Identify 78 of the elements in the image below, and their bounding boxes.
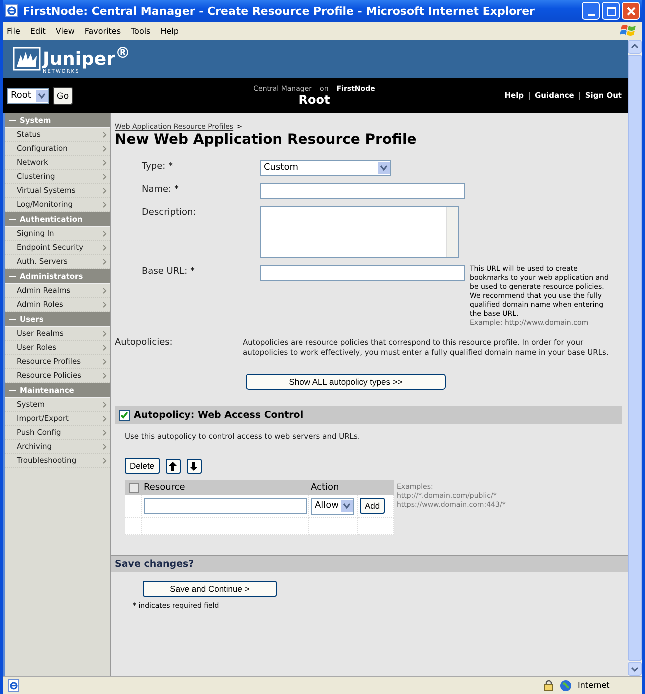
chevron-icon — [103, 372, 107, 378]
menu-item[interactable]: View — [56, 26, 75, 36]
scroll-down-icon[interactable] — [628, 662, 642, 676]
chevron-icon — [103, 402, 107, 408]
chevron-icon — [103, 174, 107, 180]
text-field[interactable] — [260, 183, 465, 199]
logo-icon — [13, 47, 41, 71]
lock-icon — [544, 680, 554, 692]
security-zone: Internet — [578, 681, 611, 690]
go-button[interactable]: Go — [53, 86, 74, 104]
context-title: Root — [298, 92, 330, 106]
field-label: Description: — [142, 207, 198, 220]
chevron-icon — [103, 358, 107, 364]
page-title: New Web Application Resource Profile — [115, 132, 418, 148]
column-header: Action — [309, 480, 358, 495]
minimize-button[interactable] — [582, 2, 600, 20]
close-button[interactable] — [622, 2, 640, 20]
text-field[interactable] — [260, 265, 465, 281]
resource-field[interactable] — [144, 498, 307, 514]
checkbox[interactable] — [119, 410, 130, 420]
field-label: Base URL: * — [142, 266, 196, 279]
chevron-icon — [103, 458, 107, 464]
table-header — [358, 480, 394, 495]
caret-icon — [36, 90, 48, 102]
window-title: FirstNode: Central Manager - Create Resource Profile - Microsoft Internet Explorer — [23, 4, 536, 18]
chevron-icon — [103, 160, 107, 166]
chevron-icon — [103, 430, 107, 436]
chevron-icon — [103, 416, 107, 422]
logo-text: Juniper$^{®}$ — [43, 44, 130, 70]
context-select[interactable]: Root — [7, 88, 49, 104]
chevron-icon — [103, 330, 107, 336]
menu-item[interactable]: Help — [160, 26, 179, 36]
move-up-button[interactable] — [166, 458, 181, 474]
save-and-continue-button[interactable]: Save and Continue > — [143, 581, 277, 597]
caret-icon — [341, 500, 353, 512]
scrollbar — [446, 207, 458, 257]
move-down-button[interactable] — [186, 458, 202, 474]
maximize-icon — [606, 6, 616, 16]
chevron-icon — [103, 302, 107, 308]
field-label: Type: * — [142, 161, 174, 174]
scroll-up-icon[interactable] — [628, 40, 642, 54]
text-area[interactable] — [260, 206, 459, 258]
menu-item[interactable]: File — [7, 26, 20, 36]
windows-flag-icon — [620, 23, 638, 39]
close-icon — [626, 6, 636, 16]
chevron-icon — [103, 188, 107, 194]
chevron-icon — [103, 344, 107, 350]
maximize-button[interactable] — [602, 2, 620, 20]
chevron-icon — [103, 288, 107, 294]
globe-icon — [560, 680, 572, 692]
arrow-up-icon — [169, 462, 178, 470]
menu-item[interactable]: Favorites — [84, 26, 122, 36]
show-all-button[interactable]: Show ALL autopolicy types >> — [246, 374, 446, 390]
minimize-icon — [588, 14, 594, 16]
chevron-icon — [103, 230, 107, 236]
autopolicies-label: Autopolicies: — [115, 338, 174, 350]
arrow-down-icon — [190, 462, 198, 470]
type-select[interactable]: Custom — [260, 160, 391, 176]
menu-item[interactable]: Tools — [131, 26, 151, 36]
select-all-checkbox[interactable] — [128, 482, 138, 492]
chevron-icon — [103, 444, 107, 450]
chevron-icon — [103, 146, 107, 152]
table-cell — [125, 518, 142, 535]
section-title: Autopolicy: Web Access Control — [134, 410, 304, 420]
column-header: Resource — [142, 480, 309, 495]
action-select[interactable]: Allow — [311, 498, 354, 514]
chevron-icon — [103, 258, 107, 264]
delete-button[interactable]: Delete — [125, 458, 160, 474]
section-title: Save changes? — [115, 558, 194, 570]
chevron-icon — [103, 132, 107, 138]
add-button[interactable]: Add — [360, 498, 386, 514]
field-label: Name: * — [142, 184, 180, 197]
menu-item[interactable]: Edit — [30, 26, 46, 36]
caret-icon — [378, 162, 390, 174]
chevron-icon — [103, 244, 107, 250]
page-icon — [7, 678, 21, 692]
page-icon — [5, 4, 19, 18]
chevron-icon — [103, 202, 107, 208]
